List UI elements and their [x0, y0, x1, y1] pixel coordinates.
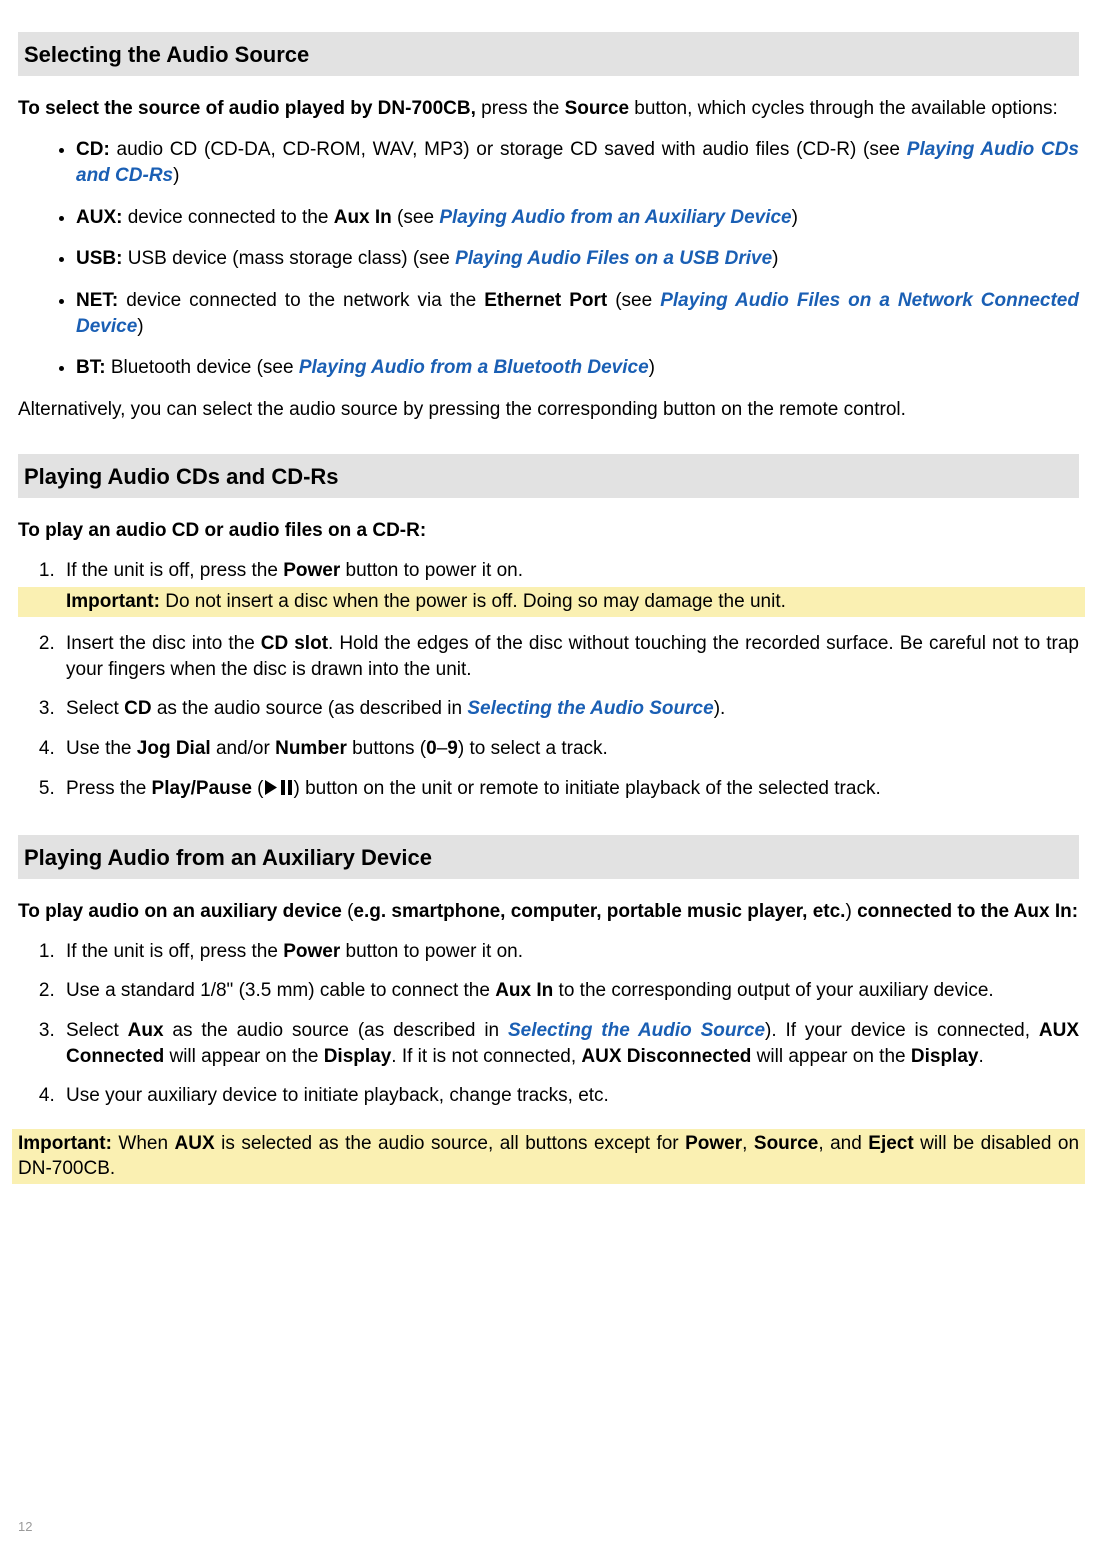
link-playing-aux[interactable]: Playing Audio from an Auxiliary Device: [439, 207, 791, 228]
important-notice: Important: When AUX is selected as the a…: [12, 1129, 1085, 1184]
link-selecting-audio-source[interactable]: Selecting the Audio Source: [508, 1020, 765, 1041]
list-item: AUX: device connected to the Aux In (see…: [76, 205, 1079, 231]
link-playing-bluetooth[interactable]: Playing Audio from a Bluetooth Device: [299, 357, 649, 378]
list-item: BT: Bluetooth device (see Playing Audio …: [76, 355, 1079, 381]
aux-steps-list: If the unit is off, press the Power butt…: [18, 939, 1079, 1109]
list-item: Select CD as the audio source (as descri…: [60, 696, 1079, 722]
list-item: If the unit is off, press the Power butt…: [60, 939, 1079, 965]
important-notice: Important: Do not insert a disc when the…: [18, 587, 1085, 617]
section-heading-playing-aux: Playing Audio from an Auxiliary Device: [18, 835, 1079, 879]
intro-bold: To select the source of audio played by …: [18, 98, 476, 119]
list-item: CD: audio CD (CD-DA, CD-ROM, WAV, MP3) o…: [76, 137, 1079, 188]
list-item: Insert the disc into the CD slot. Hold t…: [60, 631, 1079, 682]
intro-paragraph: To play an audio CD or audio files on a …: [18, 518, 1079, 544]
section-heading-playing-cds: Playing Audio CDs and CD-Rs: [18, 454, 1079, 498]
list-item: Select Aux as the audio source (as descr…: [60, 1018, 1079, 1069]
list-item: If the unit is off, press the Power butt…: [60, 558, 1079, 617]
link-playing-usb[interactable]: Playing Audio Files on a USB Drive: [455, 248, 772, 269]
play-pause-icon: [264, 778, 294, 804]
source-options-list: CD: audio CD (CD-DA, CD-ROM, WAV, MP3) o…: [18, 137, 1079, 380]
list-item: Press the Play/Pause () button on the un…: [60, 776, 1079, 804]
list-item: USB: USB device (mass storage class) (se…: [76, 246, 1079, 272]
cd-steps-list: If the unit is off, press the Power butt…: [18, 558, 1079, 803]
list-item: Use the Jog Dial and/or Number buttons (…: [60, 736, 1079, 762]
list-item: Use your auxiliary device to initiate pl…: [60, 1083, 1079, 1109]
intro-paragraph: To select the source of audio played by …: [18, 96, 1079, 122]
section-heading-selecting-audio-source: Selecting the Audio Source: [18, 32, 1079, 76]
alt-paragraph: Alternatively, you can select the audio …: [18, 397, 1079, 423]
page-number: 12: [18, 1518, 32, 1536]
list-item: NET: device connected to the network via…: [76, 288, 1079, 339]
link-selecting-audio-source[interactable]: Selecting the Audio Source: [467, 698, 713, 719]
intro-paragraph: To play audio on an auxiliary device (e.…: [18, 899, 1079, 925]
list-item: Use a standard 1/8" (3.5 mm) cable to co…: [60, 978, 1079, 1004]
